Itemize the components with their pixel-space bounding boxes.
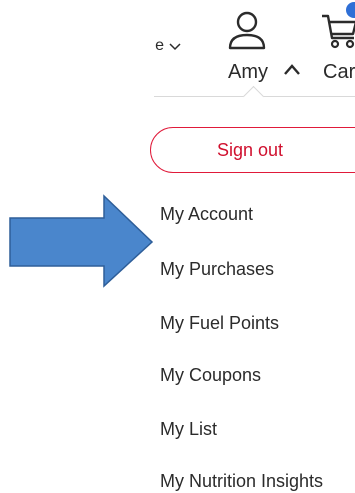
cart-count-badge (346, 2, 355, 18)
person-icon[interactable] (226, 10, 268, 50)
menu-item-my-account[interactable]: My Account (160, 203, 253, 225)
menu-item-my-nutrition-insights[interactable]: My Nutrition Insights (160, 470, 323, 492)
sign-out-button[interactable]: Sign out (150, 127, 355, 173)
arrow-right-icon (9, 194, 154, 288)
chevron-up-icon[interactable] (282, 62, 302, 78)
menu-item-my-coupons[interactable]: My Coupons (160, 364, 261, 386)
cart-label[interactable]: Car (323, 62, 355, 82)
menu-item-my-fuel-points[interactable]: My Fuel Points (160, 312, 279, 334)
account-menu-toggle-label[interactable]: Amy (228, 62, 268, 82)
chevron-down-icon[interactable] (168, 39, 182, 53)
account-dropdown-screen: e Amy Car Sign out My Account My Purchas… (0, 0, 355, 493)
menu-item-my-purchases[interactable]: My Purchases (160, 258, 274, 280)
nav-item-partial-label[interactable]: e (150, 38, 164, 54)
site-header: e Amy Car (0, 0, 355, 96)
menu-item-my-list[interactable]: My List (160, 418, 217, 440)
